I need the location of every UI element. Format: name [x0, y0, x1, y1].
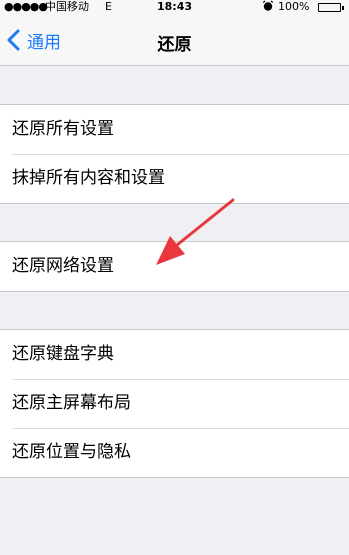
- erase-all-content-item[interactable]: 抹掉所有内容和设置: [0, 154, 349, 203]
- battery-percent: 100%: [278, 0, 310, 13]
- navigation-bar: 通用 还原: [0, 14, 349, 66]
- reset-keyboard-dictionary-item[interactable]: 还原键盘字典: [0, 330, 349, 379]
- page-title: 还原: [157, 35, 192, 55]
- reset-group-2: 还原网络设置: [0, 241, 349, 292]
- reset-all-settings-item[interactable]: 还原所有设置: [0, 105, 349, 154]
- reset-home-screen-layout-item[interactable]: 还原主屏幕布局: [0, 379, 349, 428]
- reset-screen: ●●●●● 中国移动 E 18:43 100% 通用 还原 还原所有设置 抹掉所…: [0, 0, 349, 555]
- status-bar: ●●●●● 中国移动 E 18:43 100%: [0, 0, 349, 14]
- battery-icon: [318, 3, 344, 12]
- reset-group-3: 还原键盘字典 还原主屏幕布局 还原位置与隐私: [0, 329, 349, 478]
- reset-group-1: 还原所有设置 抹掉所有内容和设置: [0, 104, 349, 204]
- reset-network-settings-item[interactable]: 还原网络设置: [0, 242, 349, 291]
- reset-location-privacy-item[interactable]: 还原位置与隐私: [0, 428, 349, 477]
